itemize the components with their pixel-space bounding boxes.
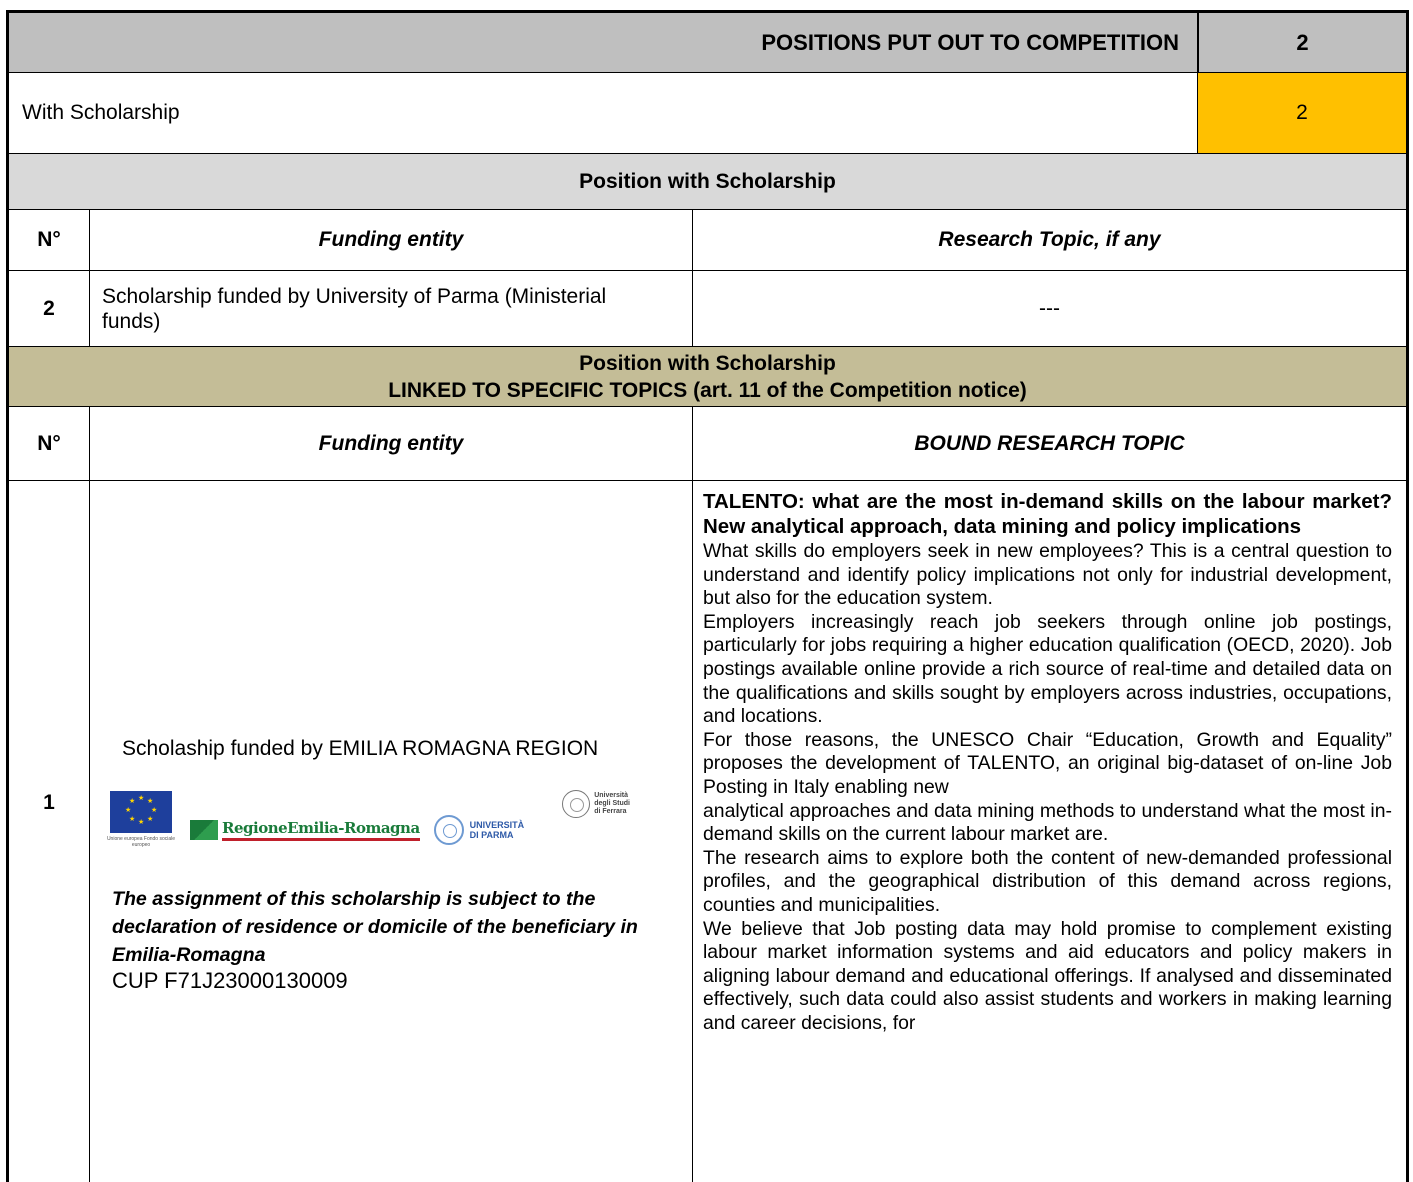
row-topic: --- (1039, 296, 1060, 320)
topic-body: TALENTO: what are the most in-demand ski… (703, 489, 1392, 1035)
col-topic: Research Topic, if any (938, 228, 1161, 251)
eu-flag-icon: ★ ★ ★ ★ ★ ★ ★ ★ (110, 790, 172, 833)
with-scholarship-label: With Scholarship (22, 101, 180, 124)
regione-text: RegioneEmilia-Romagna (222, 819, 420, 841)
unipr-seal-icon (433, 815, 464, 845)
header-title-cell: POSITIONS PUT OUT TO COMPETITION (9, 13, 1197, 72)
topic-paragraph: For those reasons, the UNESCO Chair “Edu… (703, 728, 1392, 798)
document-page: POSITIONS PUT OUT TO COMPETITION 2 With … (0, 0, 1413, 1182)
linked-row-funding-cell: Scholaship funded by EMILIA ROMAGNA REGI… (89, 481, 692, 1182)
header-title: POSITIONS PUT OUT TO COMPETITION (761, 29, 1179, 55)
linked-table-row: 1 Scholaship funded by EMILIA ROMAGNA RE… (9, 481, 1406, 1182)
row-topic-cell: --- (692, 271, 1406, 346)
linked-row-topic-cell: TALENTO: what are the most in-demand ski… (692, 481, 1406, 1182)
col-funding: Funding entity (318, 228, 464, 251)
section-linked-title-line2: LINKED TO SPECIFIC TOPICS (art. 11 of th… (388, 378, 1027, 402)
linked-col-topic: BOUND RESEARCH TOPIC (914, 431, 1185, 455)
regione-mark-icon (190, 820, 218, 840)
unife-logo: Università degli Studi di Ferrara (562, 790, 630, 818)
section-standard-header-row: N° Funding entity Research Topic, if any (9, 210, 1406, 271)
header-total: 2 (1296, 29, 1309, 55)
eu-caption: Unione europea Fondo sociale europeo (106, 835, 176, 848)
section-standard-title: Position with Scholarship (579, 169, 836, 193)
col-funding-cell: Funding entity (89, 210, 692, 270)
row-n-cell: 2 (9, 271, 89, 346)
topic-paragraph: Employers increasingly reach job seekers… (703, 610, 1392, 728)
section-linked-header-row: N° Funding entity BOUND RESEARCH TOPIC (9, 407, 1406, 481)
funding-title: Scholaship funded by EMILIA ROMAGNA REGI… (122, 737, 599, 760)
col-n-cell: N° (9, 210, 89, 270)
with-scholarship-count-cell: 2 (1197, 73, 1406, 153)
topic-paragraph: The research aims to explore both the co… (703, 846, 1392, 916)
topic-paragraph: analytical approaches and data mining me… (703, 799, 1392, 846)
topic-paragraph: We believe that Job posting data may hol… (703, 917, 1392, 1034)
topic-paragraph: What skills do employers seek in new emp… (703, 540, 1392, 610)
table-row: 2 Scholarship funded by University of Pa… (9, 271, 1406, 347)
unipr-line2: DI PARMA (469, 830, 514, 840)
row-funding: Scholarship funded by University of Parm… (102, 284, 607, 333)
linked-col-n: N° (37, 431, 61, 455)
linked-col-funding-cell: Funding entity (89, 407, 692, 480)
residence-note: The assignment of this scholarship is su… (112, 888, 638, 966)
with-scholarship-count: 2 (1296, 101, 1308, 124)
row-n: 2 (43, 296, 55, 320)
section-linked-title-row: Position with Scholarship LINKED TO SPEC… (9, 347, 1406, 407)
unipr-line1: UNIVERSITÀ (469, 820, 525, 830)
logo-strip: ★ ★ ★ ★ ★ ★ ★ ★ Unione europea Fondo sociale… (106, 779, 692, 859)
linked-col-funding: Funding entity (318, 431, 464, 455)
linked-row-n: 1 (43, 791, 55, 814)
cup-code: CUP F71J23000130009 (112, 968, 348, 993)
section-standard-title-row: Position with Scholarship (9, 154, 1406, 210)
unipr-logo: UNIVERSITÀ DI PARMA (433, 815, 525, 845)
col-n: N° (37, 228, 61, 251)
section-linked-title-line1: Position with Scholarship (579, 351, 836, 375)
header-total-cell: 2 (1197, 13, 1406, 72)
header-row: POSITIONS PUT OUT TO COMPETITION 2 (9, 13, 1406, 73)
row-funding-cell: Scholarship funded by University of Parm… (89, 271, 692, 346)
linked-col-n-cell: N° (9, 407, 89, 480)
eu-logo: ★ ★ ★ ★ ★ ★ ★ ★ Unione europea Fondo sociale… (106, 790, 176, 848)
linked-row-n-cell: 1 (9, 481, 89, 1182)
regione-logo: RegioneEmilia-Romagna (190, 819, 420, 841)
with-scholarship-row: With Scholarship 2 (9, 73, 1406, 154)
unife-line2: degli Studi (594, 800, 630, 807)
unife-line3: di Ferrara (594, 808, 627, 815)
with-scholarship-label-cell: With Scholarship (9, 73, 1197, 153)
unife-seal-icon (562, 790, 591, 818)
topic-title: TALENTO: what are the most in-demand ski… (703, 490, 1392, 538)
unife-line1: Università (594, 792, 629, 799)
section-standard-title-cell: Position with Scholarship (9, 154, 1406, 209)
section-linked-title-cell: Position with Scholarship LINKED TO SPEC… (9, 347, 1406, 406)
linked-col-topic-cell: BOUND RESEARCH TOPIC (692, 407, 1406, 480)
col-topic-cell: Research Topic, if any (692, 210, 1406, 270)
positions-table: POSITIONS PUT OUT TO COMPETITION 2 With … (6, 10, 1409, 1182)
